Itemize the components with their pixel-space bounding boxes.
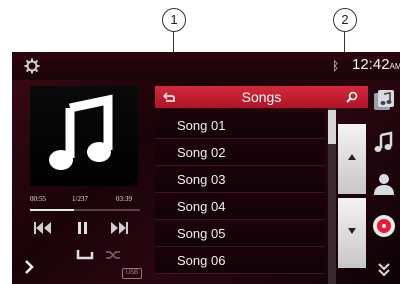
callout-2: 2 bbox=[333, 8, 357, 32]
callout-1: 1 bbox=[162, 8, 186, 32]
song-list: Song 01 Song 02 Song 03 Song 04 Song 05 … bbox=[155, 108, 335, 284]
album-list-icon[interactable] bbox=[372, 88, 396, 112]
clock-ampm: AM bbox=[389, 62, 400, 71]
list-item[interactable]: Song 01 bbox=[155, 112, 325, 139]
list-item[interactable]: Song 05 bbox=[155, 220, 325, 247]
scroll-down-button[interactable] bbox=[338, 198, 366, 268]
song-title: Song 06 bbox=[177, 253, 226, 268]
progress-bar[interactable] bbox=[30, 209, 140, 211]
status-bar: ᛒ 12:42AM bbox=[12, 52, 400, 80]
music-note-icon bbox=[49, 94, 113, 170]
head-unit-screen: ᛒ 12:42AM 00:55 1/237 03:39 USB Songs So… bbox=[12, 52, 400, 284]
shuffle-icon[interactable] bbox=[106, 250, 120, 260]
source-badge: USB bbox=[122, 268, 142, 279]
list-item[interactable]: Song 06 bbox=[155, 247, 325, 274]
track-duration: 03:39 bbox=[116, 195, 132, 203]
artist-icon[interactable] bbox=[372, 172, 396, 196]
more-chevron-icon[interactable] bbox=[372, 258, 396, 282]
search-icon[interactable] bbox=[346, 91, 358, 103]
clock-time: 12:42 bbox=[352, 56, 390, 73]
previous-track-icon[interactable] bbox=[34, 222, 52, 234]
music-icon[interactable] bbox=[372, 130, 396, 154]
list-item[interactable]: Song 02 bbox=[155, 139, 325, 166]
repeat-icon[interactable] bbox=[76, 248, 94, 260]
scroll-down-icon bbox=[348, 228, 356, 234]
progress-fill bbox=[30, 209, 74, 211]
album-art bbox=[30, 86, 138, 186]
pause-icon[interactable] bbox=[78, 222, 88, 234]
song-title: Song 01 bbox=[177, 118, 226, 133]
list-item[interactable]: Song 03 bbox=[155, 166, 325, 193]
right-rail bbox=[368, 80, 400, 284]
song-title: Song 02 bbox=[177, 145, 226, 160]
clock: 12:42AM bbox=[352, 56, 400, 73]
song-title: Song 03 bbox=[177, 172, 226, 187]
scroll-up-button[interactable] bbox=[338, 124, 366, 194]
track-position: 1/237 bbox=[72, 195, 88, 203]
scrollbar-thumb[interactable] bbox=[328, 110, 336, 144]
song-title: Song 05 bbox=[177, 226, 226, 241]
list-header: Songs bbox=[155, 86, 368, 108]
settings-gear-icon[interactable] bbox=[24, 58, 40, 74]
next-track-icon[interactable] bbox=[110, 222, 128, 234]
expand-arrow-icon[interactable] bbox=[24, 260, 34, 274]
list-title: Songs bbox=[241, 89, 282, 105]
elapsed-time: 00:55 bbox=[30, 195, 46, 203]
song-title: Song 04 bbox=[177, 199, 226, 214]
scroll-up-icon bbox=[348, 154, 356, 160]
list-item[interactable]: Song 04 bbox=[155, 193, 325, 220]
disc-icon[interactable] bbox=[372, 214, 396, 238]
bluetooth-icon: ᛒ bbox=[332, 59, 340, 73]
